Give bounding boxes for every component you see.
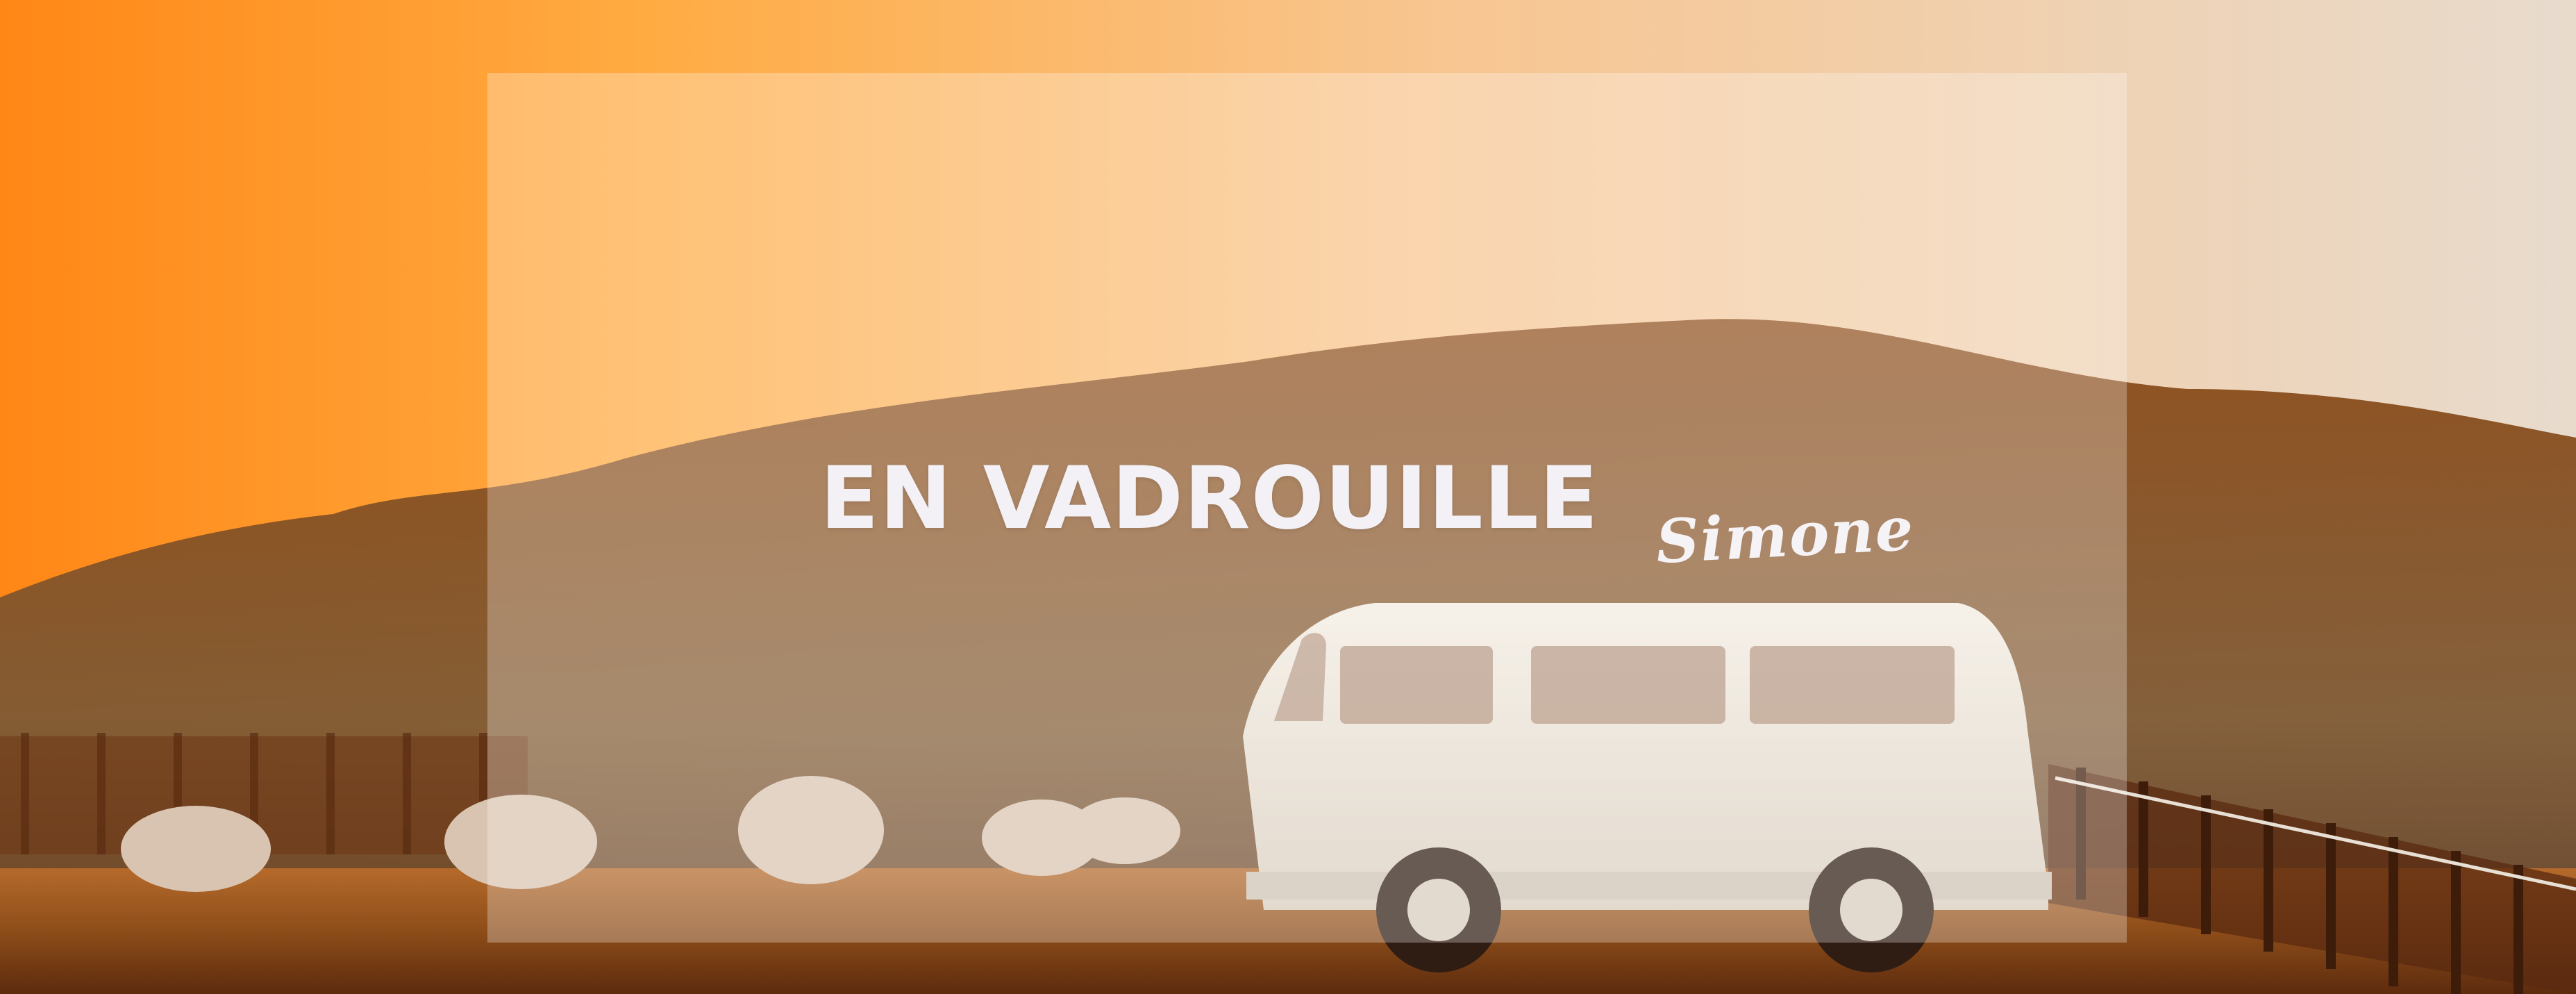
banner-title: EN VADROUILLE [820, 449, 1599, 549]
signature-text: Simone [1654, 493, 1916, 578]
